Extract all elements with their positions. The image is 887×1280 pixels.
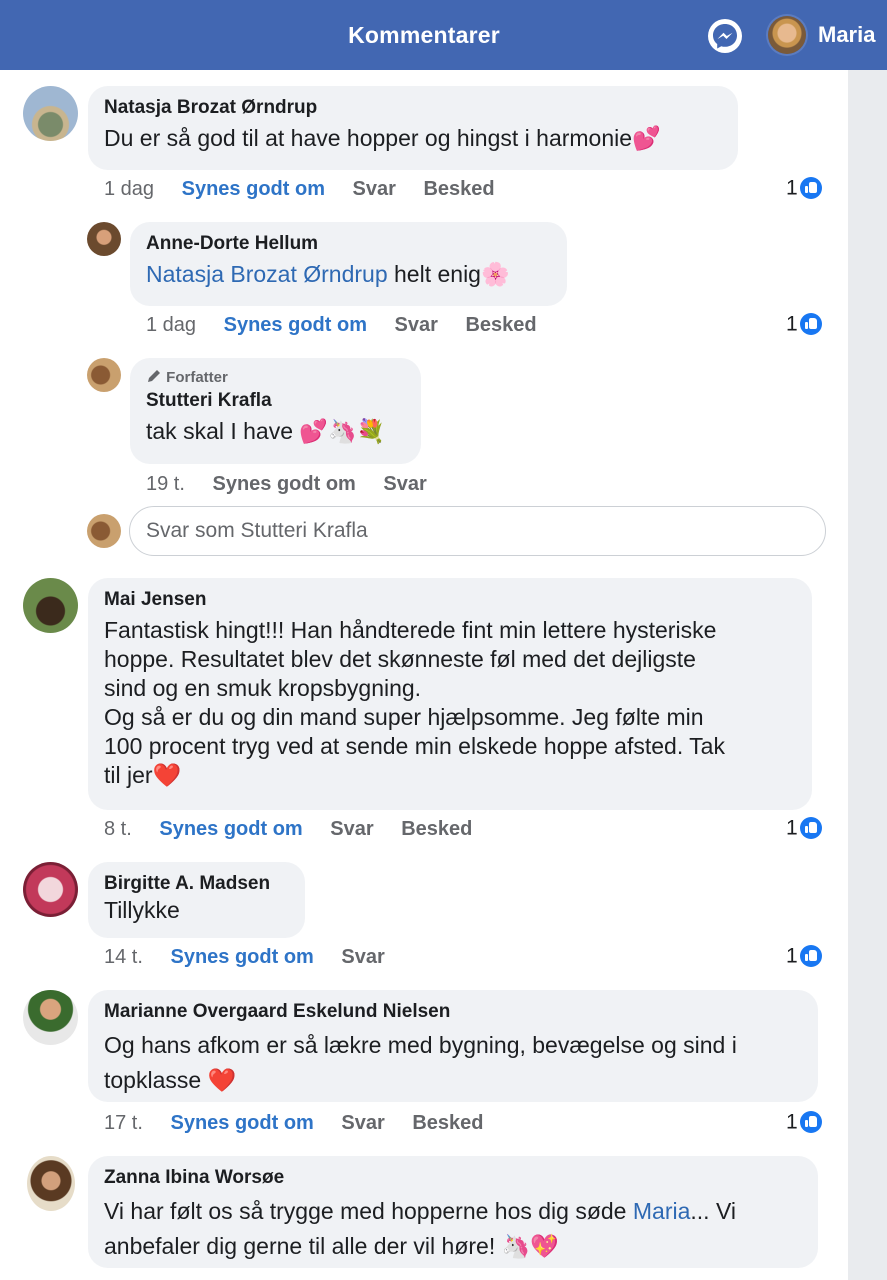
reply-button[interactable]: Svar: [383, 473, 426, 495]
comment-bubble: Zanna Ibina Worsøe Vi har følt os så try…: [88, 1156, 818, 1268]
comment-line: Fantastisk hingt!!! Han håndterede fint …: [104, 617, 717, 643]
user-name[interactable]: Maria: [818, 0, 875, 70]
like-count-number: 1: [786, 312, 798, 336]
comment-line: 100 procent tryg ved at sende min elsked…: [104, 733, 725, 759]
message-button[interactable]: Besked: [412, 1112, 483, 1134]
message-button[interactable]: Besked: [423, 178, 494, 200]
like-button[interactable]: Synes godt om: [159, 818, 302, 840]
comment-author[interactable]: Stutteri Krafla: [146, 389, 405, 413]
comment-text: Og hans afkom er så lækre med bygning, b…: [104, 1028, 802, 1098]
like-count[interactable]: 1: [786, 312, 822, 336]
avatar[interactable]: [23, 578, 78, 633]
reply-button[interactable]: Svar: [330, 818, 373, 840]
comment-text: Natasja Brozat Ørndrup helt enig🌸: [146, 260, 551, 289]
like-count[interactable]: 1: [786, 816, 822, 840]
mention-link[interactable]: Natasja Brozat Ørndrup: [146, 261, 388, 287]
comment-actions: 14 t. Synes godt om Svar: [104, 946, 407, 969]
comment-time[interactable]: 1 dag: [146, 314, 196, 336]
message-button[interactable]: Besked: [465, 314, 536, 336]
comment-line: Og så er du og din mand super hjælpsomme…: [104, 704, 704, 730]
reply-button[interactable]: Svar: [341, 946, 384, 968]
comment-bubble: Marianne Overgaard Eskelund Nielsen Og h…: [88, 990, 818, 1102]
avatar: [87, 514, 121, 548]
comment-line: sind og en smuk kropsbygning.: [104, 675, 422, 701]
like-thumb-icon: [799, 177, 822, 200]
like-button[interactable]: Synes godt om: [170, 1112, 313, 1134]
like-count[interactable]: 1: [786, 944, 822, 968]
author-badge: Forfatter: [146, 368, 405, 387]
comment-author[interactable]: Anne-Dorte Hellum: [146, 232, 551, 256]
comment-bubble: Mai Jensen Fantastisk hingt!!! Han håndt…: [88, 578, 812, 810]
like-button[interactable]: Synes godt om: [212, 473, 355, 495]
like-count-number: 1: [786, 816, 798, 840]
comment-author[interactable]: Zanna Ibina Worsøe: [104, 1166, 802, 1190]
comment-line: hoppe. Resultatet blev det skønneste føl…: [104, 646, 696, 672]
reply-button[interactable]: Svar: [353, 178, 396, 200]
pencil-icon: [146, 369, 166, 386]
like-thumb-icon: [799, 817, 822, 840]
comment-line: til jer❤️: [104, 762, 182, 788]
avatar[interactable]: [87, 358, 121, 392]
comment-text-rest: helt enig🌸: [387, 261, 510, 287]
avatar[interactable]: [23, 86, 78, 141]
mention-link[interactable]: Maria: [633, 1198, 691, 1224]
top-bar: Kommentarer Maria: [0, 0, 887, 70]
comment-text: Fantastisk hingt!!! Han håndterede fint …: [104, 616, 796, 790]
comment-time[interactable]: 17 t.: [104, 1112, 143, 1134]
comment-actions: 8 t. Synes godt om Svar Besked: [104, 818, 494, 841]
like-thumb-icon: [799, 313, 822, 336]
comment-bubble: Natasja Brozat Ørndrup Du er så god til …: [88, 86, 738, 170]
user-avatar[interactable]: [768, 16, 806, 54]
like-button[interactable]: Synes godt om: [224, 314, 367, 336]
comment-text-part: Vi har følt os så trygge med hopperne ho…: [104, 1198, 633, 1224]
reply-button[interactable]: Svar: [395, 314, 438, 336]
like-count[interactable]: 1: [786, 176, 822, 200]
comment-line: anbefaler dig gerne til alle der vil hør…: [104, 1233, 559, 1259]
like-count[interactable]: 1: [786, 1110, 822, 1134]
comment-actions: 19 t. Synes godt om Svar: [146, 473, 449, 496]
comment-line: Og hans afkom er så lækre med bygning, b…: [104, 1032, 737, 1058]
comment-text-part: ... Vi: [690, 1198, 736, 1224]
reply-input[interactable]: Svar som Stutteri Krafla: [129, 506, 826, 556]
comment-bubble: Birgitte A. Madsen Tillykke: [88, 862, 305, 938]
like-button[interactable]: Synes godt om: [170, 946, 313, 968]
like-count-number: 1: [786, 1110, 798, 1134]
comment-bubble: Forfatter Stutteri Krafla tak skal I hav…: [130, 358, 421, 464]
comment-author[interactable]: Marianne Overgaard Eskelund Nielsen: [104, 1000, 802, 1024]
like-thumb-icon: [799, 1111, 822, 1134]
comment-time[interactable]: 8 t.: [104, 818, 132, 840]
comment-text: tak skal I have 💕🦄💐: [146, 418, 386, 444]
like-count-number: 1: [786, 944, 798, 968]
comment-text: Tillykke: [104, 897, 180, 923]
messenger-icon[interactable]: [708, 19, 742, 53]
comment-text: Du er så god til at have hopper og hings…: [104, 125, 661, 151]
comment-author[interactable]: Natasja Brozat Ørndrup: [104, 96, 722, 120]
reply-button[interactable]: Svar: [341, 1112, 384, 1134]
comment-line: topklasse ❤️: [104, 1067, 237, 1093]
avatar[interactable]: [87, 222, 121, 256]
message-button[interactable]: Besked: [401, 818, 472, 840]
avatar[interactable]: [23, 990, 78, 1045]
like-thumb-icon: [799, 945, 822, 968]
avatar[interactable]: [27, 1156, 75, 1211]
comment-text: Vi har følt os så trygge med hopperne ho…: [104, 1194, 802, 1264]
comment-author[interactable]: Birgitte A. Madsen: [104, 872, 289, 896]
like-count-number: 1: [786, 176, 798, 200]
comment-author[interactable]: Mai Jensen: [104, 588, 796, 612]
comment-actions: 17 t. Synes godt om Svar Besked: [104, 1112, 506, 1135]
author-badge-label: Forfatter: [166, 369, 228, 386]
comment-line: Vi har følt os så trygge med hopperne ho…: [104, 1194, 802, 1229]
comment-actions: 1 dag Synes godt om Svar Besked: [146, 314, 559, 337]
like-button[interactable]: Synes godt om: [182, 178, 325, 200]
comment-bubble: Anne-Dorte Hellum Natasja Brozat Ørndrup…: [130, 222, 567, 306]
scrollbar-track[interactable]: [848, 70, 887, 1280]
comment-time[interactable]: 19 t.: [146, 473, 185, 495]
avatar[interactable]: [23, 862, 78, 917]
comment-time[interactable]: 14 t.: [104, 946, 143, 968]
comment-actions: 1 dag Synes godt om Svar Besked: [104, 178, 517, 201]
comment-time[interactable]: 1 dag: [104, 178, 154, 200]
